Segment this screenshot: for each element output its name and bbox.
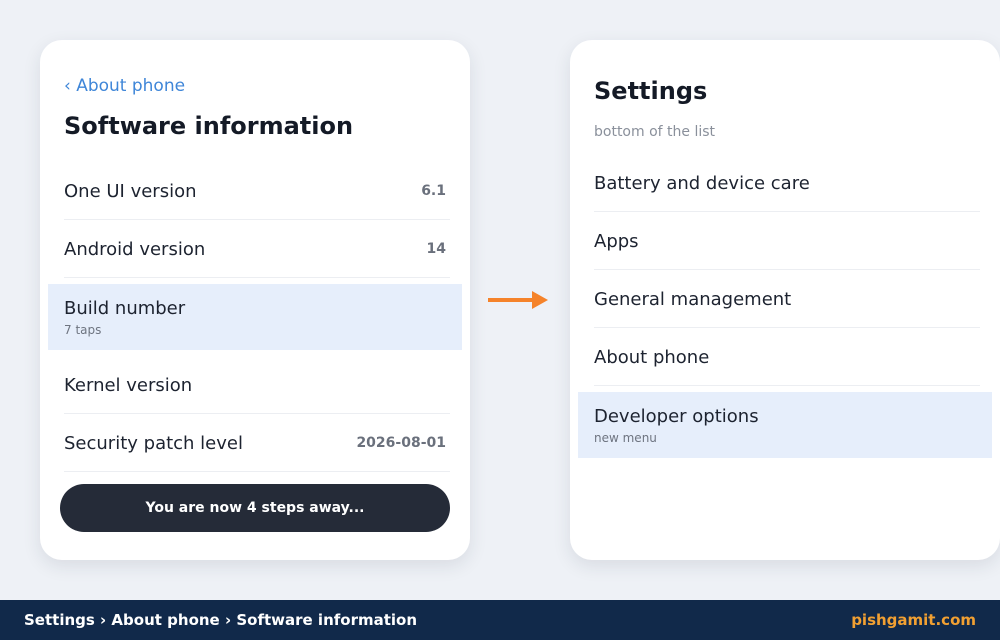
row-label: Developer options: [594, 405, 759, 427]
tutorial-canvas: ‹ About phone Software information One U…: [0, 0, 1000, 640]
settings-item-general-management[interactable]: General management: [578, 270, 992, 328]
developer-steps-toast: You are now 4 steps away...: [60, 484, 450, 532]
page-title: Settings: [594, 77, 708, 105]
row-label: Battery and device care: [594, 172, 810, 194]
row-kernel-version[interactable]: Kernel version: [48, 356, 462, 414]
software-info-list: One UI version 6.1 Android version 14 Bu…: [48, 162, 462, 472]
row-label: Build number: [64, 297, 186, 319]
row-hint: new menu: [594, 430, 657, 445]
settings-item-about-phone[interactable]: About phone: [578, 328, 992, 386]
settings-screen: Settings bottom of the list Battery and …: [570, 40, 1000, 560]
row-value: 6.1: [421, 183, 446, 199]
row-one-ui-version[interactable]: One UI version 6.1: [48, 162, 462, 220]
site-brand: pishgamit.com: [851, 611, 976, 629]
row-value: 14: [426, 241, 446, 257]
row-label: Android version: [64, 238, 206, 260]
row-hint: 7 taps: [64, 322, 102, 337]
row-label: General management: [594, 288, 792, 310]
settings-item-developer-options[interactable]: Developer options new menu: [578, 392, 992, 458]
row-label: Kernel version: [64, 374, 193, 396]
row-label: About phone: [594, 346, 710, 368]
right-arrow-icon: [488, 291, 548, 309]
row-security-patch-level[interactable]: Security patch level 2026-08-01: [48, 414, 462, 472]
row-build-number[interactable]: Build number 7 taps: [48, 284, 462, 350]
row-android-version[interactable]: Android version 14: [48, 220, 462, 278]
row-label: Security patch level: [64, 432, 243, 454]
row-label: One UI version: [64, 180, 197, 202]
row-value: 2026-08-01: [356, 435, 446, 451]
row-label: Apps: [594, 230, 639, 252]
settings-item-apps[interactable]: Apps: [578, 212, 992, 270]
list-position-note: bottom of the list: [594, 124, 716, 140]
back-about-phone-link[interactable]: ‹ About phone: [64, 76, 185, 96]
breadcrumb: Settings › About phone › Software inform…: [24, 611, 418, 629]
settings-item-battery[interactable]: Battery and device care: [578, 154, 992, 212]
software-information-screen: ‹ About phone Software information One U…: [40, 40, 470, 560]
page-title: Software information: [64, 112, 354, 140]
footer-bar: Settings › About phone › Software inform…: [0, 600, 1000, 640]
settings-list: Battery and device care Apps General man…: [578, 154, 992, 464]
